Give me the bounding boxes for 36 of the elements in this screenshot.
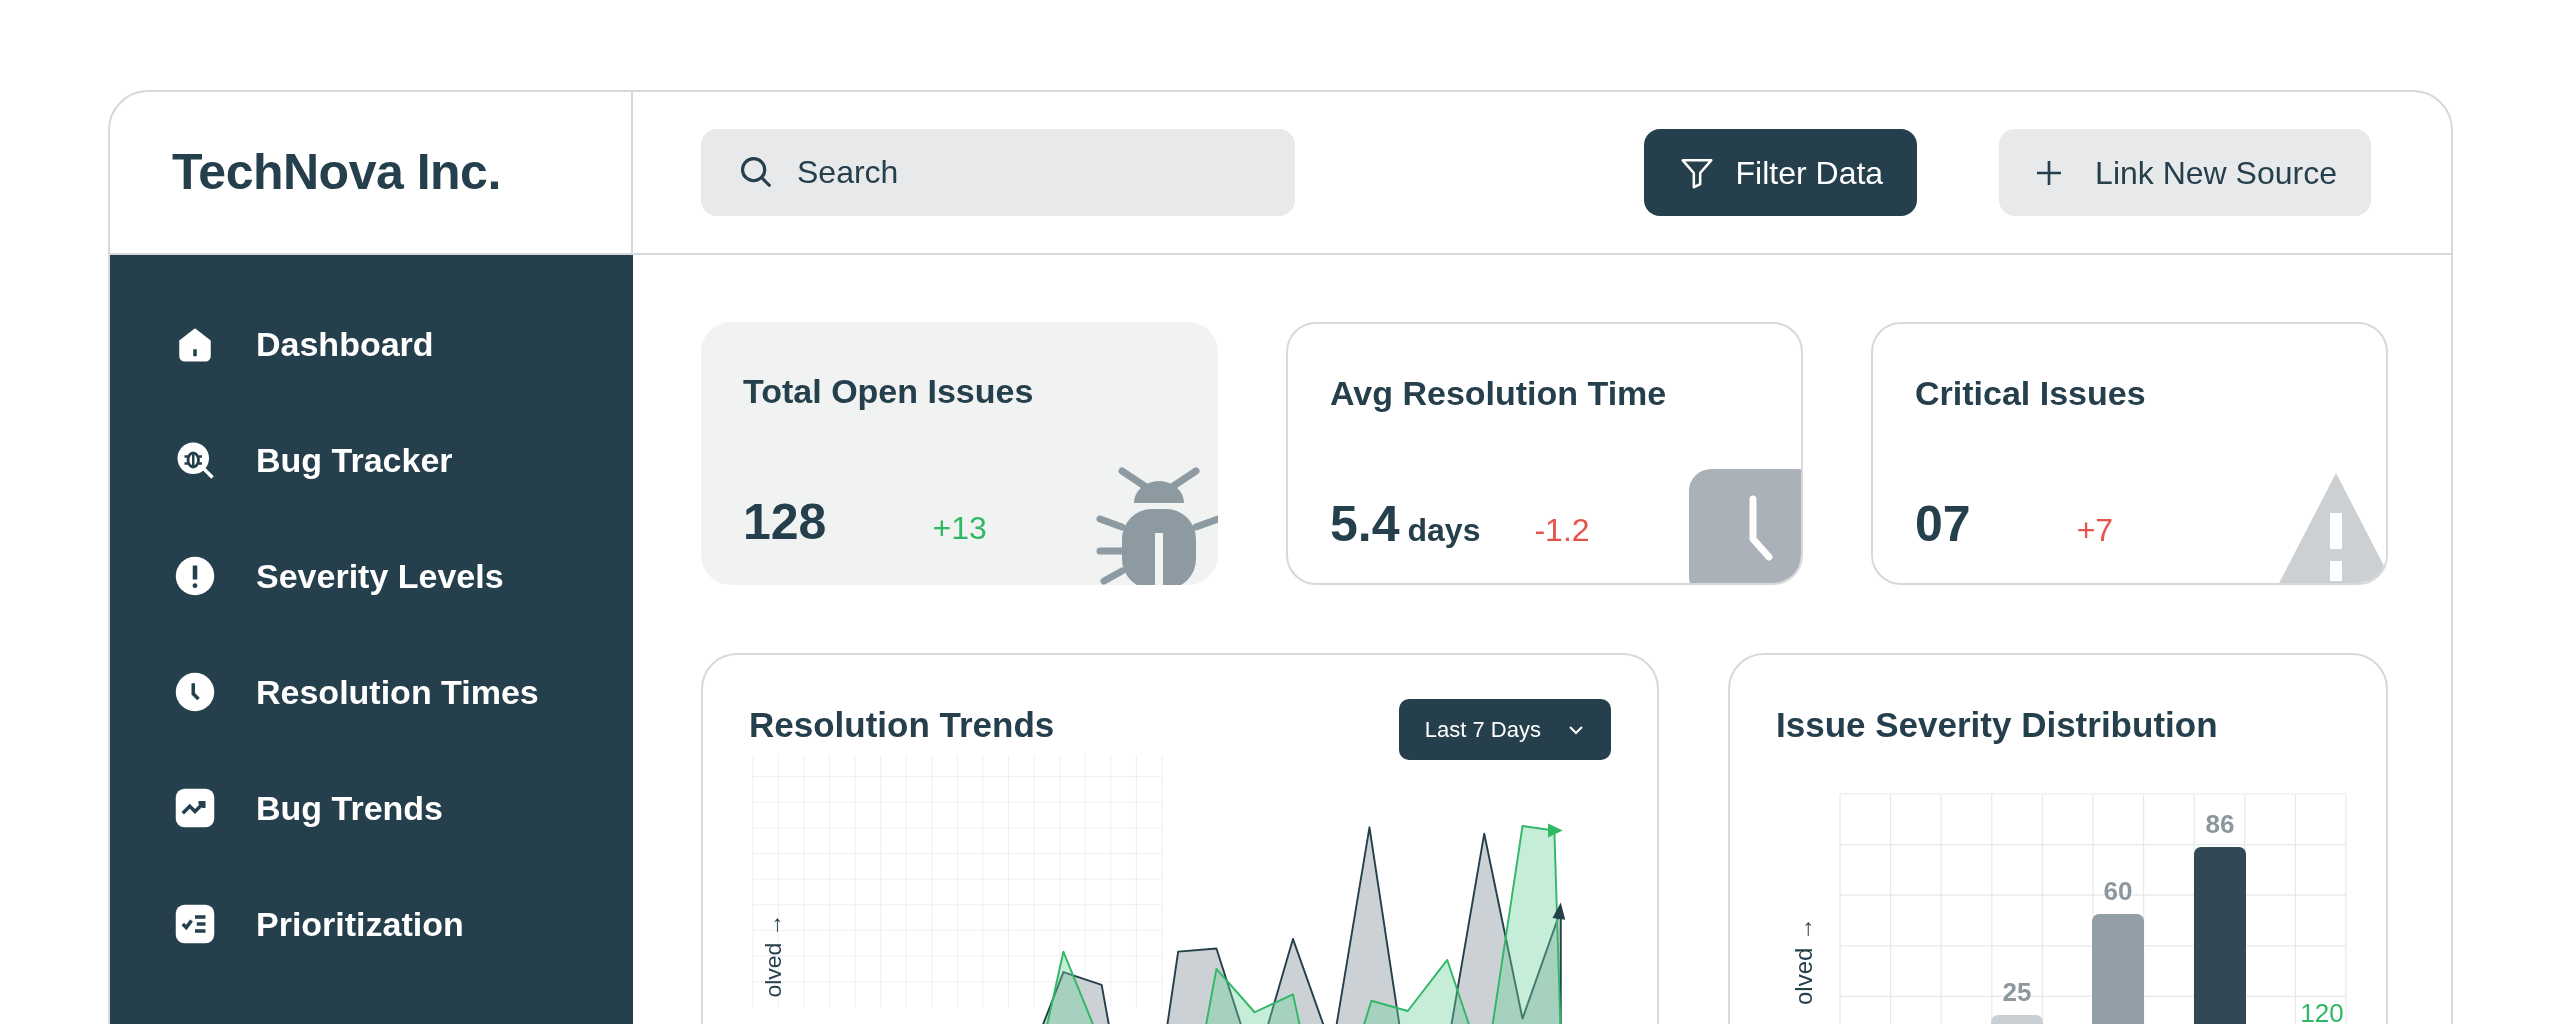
- axis-label: olved →: [759, 913, 786, 998]
- bar-value-label: 25: [2002, 977, 2032, 1007]
- checklist-icon: [174, 903, 216, 945]
- filter-button[interactable]: Filter Data: [1643, 129, 1918, 216]
- clock-icon: [1689, 469, 1801, 583]
- stat-title: Critical Issues: [1915, 373, 2147, 414]
- search-field[interactable]: Search: [701, 129, 1295, 216]
- stat-value: 5.4: [1330, 495, 1400, 554]
- stat-unit: days: [1407, 511, 1481, 550]
- bar-value-label: 86: [2205, 809, 2235, 839]
- company-logo-text: TechNova Inc.: [172, 143, 501, 202]
- sidebar-item[interactable]: Severity Levels: [174, 518, 633, 634]
- stat-change: +7: [2076, 511, 2114, 550]
- chart-title: Issue Severity Distribution: [1776, 705, 2218, 744]
- trend-icon: [174, 787, 216, 829]
- axis-label: olved →: [1790, 917, 1817, 1006]
- stat-value: 128: [743, 493, 827, 552]
- range-dropdown[interactable]: Last 7 Days: [1398, 699, 1611, 760]
- stat-change: -1.2: [1534, 511, 1590, 550]
- chart-title: Resolution Trends: [749, 704, 1055, 746]
- sidebar-item[interactable]: Bug Trends: [174, 750, 633, 866]
- stat-value: 07: [1915, 495, 1971, 554]
- sidebar-item[interactable]: Prioritization: [174, 866, 633, 982]
- stat-title: Total Open Issues: [743, 371, 1035, 412]
- add-source-button[interactable]: Link New Source: [1999, 129, 2371, 216]
- bar: [1991, 1015, 2043, 1024]
- stat-title: Avg Resolution Time: [1330, 373, 1668, 414]
- value-label: 120: [2300, 998, 2344, 1024]
- stat-change: +13: [932, 509, 987, 548]
- sidebar-item[interactable]: Bug Tracker: [174, 402, 633, 518]
- alert-icon: [174, 555, 216, 597]
- sidebar-item[interactable]: Dashboard: [174, 286, 633, 402]
- sidebar-item[interactable]: Resolution Times: [174, 634, 633, 750]
- chevron-icon: [1567, 723, 1585, 736]
- bar-value-label: 60: [2103, 876, 2133, 906]
- clock-icon: [174, 671, 216, 713]
